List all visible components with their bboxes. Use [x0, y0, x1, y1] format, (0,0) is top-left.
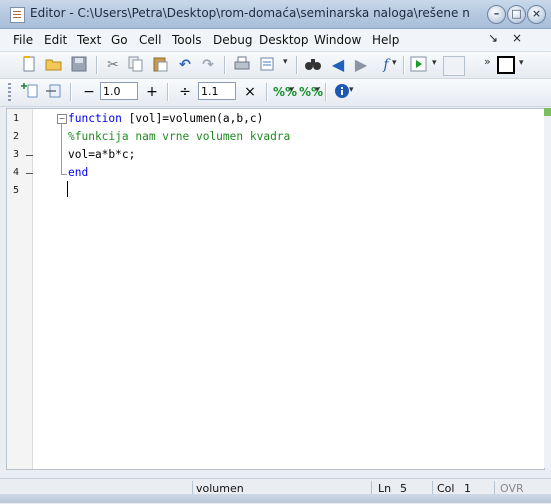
toolbar-overflow-icon[interactable]: »: [484, 55, 491, 68]
info-dropdown-icon[interactable]: ▾: [349, 85, 354, 95]
paste-icon[interactable]: [151, 56, 169, 74]
line-number: 5: [13, 185, 20, 196]
divide-button[interactable]: ÷: [176, 83, 194, 101]
save-icon[interactable]: [70, 56, 88, 74]
stack-dropdown[interactable]: [443, 56, 465, 76]
print-icon[interactable]: [233, 56, 251, 74]
keyword: end: [68, 166, 89, 179]
redo-icon[interactable]: ↷: [199, 56, 217, 74]
menu-desktop[interactable]: Desktop: [259, 33, 309, 47]
editor-app-icon: [10, 7, 25, 23]
menu-debug[interactable]: Debug: [213, 33, 252, 47]
close-document-icon[interactable]: ×: [512, 31, 522, 45]
keyword: function: [68, 112, 122, 125]
find-binoculars-icon[interactable]: [304, 56, 322, 74]
run-dropdown-icon[interactable]: ▾: [432, 58, 437, 68]
text-cursor: [67, 181, 68, 197]
menu-bar: File Edit Text Go Cell Tools Debug Deskt…: [0, 29, 551, 52]
code-line-2[interactable]: %funkcija nam vrne volumen kvadra: [68, 130, 290, 143]
menu-tools[interactable]: Tools: [172, 33, 202, 47]
menu-help[interactable]: Help: [372, 33, 399, 47]
menu-cell[interactable]: Cell: [139, 33, 161, 47]
layout-single-icon[interactable]: [497, 56, 515, 74]
taskbar-strip: [0, 494, 551, 503]
line-number: 1: [13, 113, 20, 124]
fold-guide: [61, 124, 62, 174]
main-toolbar: ✂ ↶ ↷ ▾ ◀ ▶ f ▾ ▾ » ▾: [0, 52, 551, 79]
close-button[interactable]: ×: [527, 5, 546, 24]
code-fold-toggle[interactable]: −: [57, 114, 67, 124]
window-title: Editor - C:\Users\Petra\Desktop\rom-doma…: [30, 6, 470, 20]
code-text: [vol]=volumen(a,b,c): [121, 112, 264, 125]
line-number: 4: [13, 167, 20, 178]
line-number-gutter: 1 2 3 4 5: [7, 109, 33, 469]
cell-options-dropdown-icon[interactable]: ▾: [315, 85, 320, 95]
cut-icon[interactable]: ✂: [104, 56, 122, 74]
multiply-button[interactable]: ×: [241, 83, 259, 101]
menu-text[interactable]: Text: [77, 33, 101, 47]
back-arrow-icon[interactable]: ◀: [329, 56, 347, 74]
executable-line-marker[interactable]: [26, 173, 33, 174]
code-text: vol=a*b*c;: [68, 148, 136, 161]
run-icon[interactable]: [410, 56, 428, 74]
open-folder-icon[interactable]: [45, 56, 63, 74]
menu-edit[interactable]: Edit: [44, 33, 67, 47]
forward-arrow-icon[interactable]: ▶: [352, 56, 370, 74]
menu-window[interactable]: Window: [314, 33, 361, 47]
layout-dropdown-icon[interactable]: ▾: [519, 58, 524, 68]
line-number: 3: [13, 149, 20, 160]
maximize-button[interactable]: □: [507, 5, 526, 24]
executable-line-marker[interactable]: [26, 155, 33, 156]
increment-button[interactable]: +: [143, 83, 161, 101]
function-dropdown-icon[interactable]: ▾: [392, 58, 397, 68]
code-line-3[interactable]: vol=a*b*c;: [68, 148, 135, 161]
evaluate-cell-icon[interactable]: [44, 83, 62, 101]
new-file-icon[interactable]: [20, 56, 38, 74]
undo-icon[interactable]: ↶: [176, 56, 194, 74]
minimize-button[interactable]: –: [487, 5, 506, 24]
menu-go[interactable]: Go: [111, 33, 128, 47]
publish-dropdown-icon[interactable]: ▾: [283, 57, 288, 67]
multiply-value-field[interactable]: 1.1: [198, 82, 236, 100]
code-line-1[interactable]: function [vol]=volumen(a,b,c): [68, 112, 263, 125]
undock-icon[interactable]: ↘: [488, 31, 498, 45]
copy-icon[interactable]: [127, 56, 145, 74]
decrement-value-field[interactable]: 1.0: [100, 82, 138, 100]
insert-cell-divider-icon[interactable]: [20, 83, 38, 101]
editor-window: Editor - C:\Users\Petra\Desktop\rom-doma…: [0, 0, 551, 504]
cell-titles-dropdown-icon[interactable]: ▾: [289, 85, 294, 95]
vertical-scrollbar[interactable]: [544, 108, 551, 468]
comment: %funkcija nam vrne volumen kvadra: [68, 130, 291, 143]
code-editor[interactable]: 1 2 3 4 5 − function [vol]=volumen(a,b,c…: [6, 108, 545, 470]
title-bar[interactable]: Editor - C:\Users\Petra\Desktop\rom-doma…: [0, 0, 551, 29]
line-number: 2: [13, 131, 20, 142]
cell-toolbar: − 1.0 + ÷ 1.1 × %% ▾ %% ▾ ▾: [0, 79, 551, 107]
decrement-button[interactable]: −: [80, 83, 98, 101]
code-line-4[interactable]: end: [68, 166, 88, 179]
menu-file[interactable]: File: [13, 33, 33, 47]
fold-guide-end: [61, 174, 67, 175]
publish-icon[interactable]: [258, 56, 276, 74]
